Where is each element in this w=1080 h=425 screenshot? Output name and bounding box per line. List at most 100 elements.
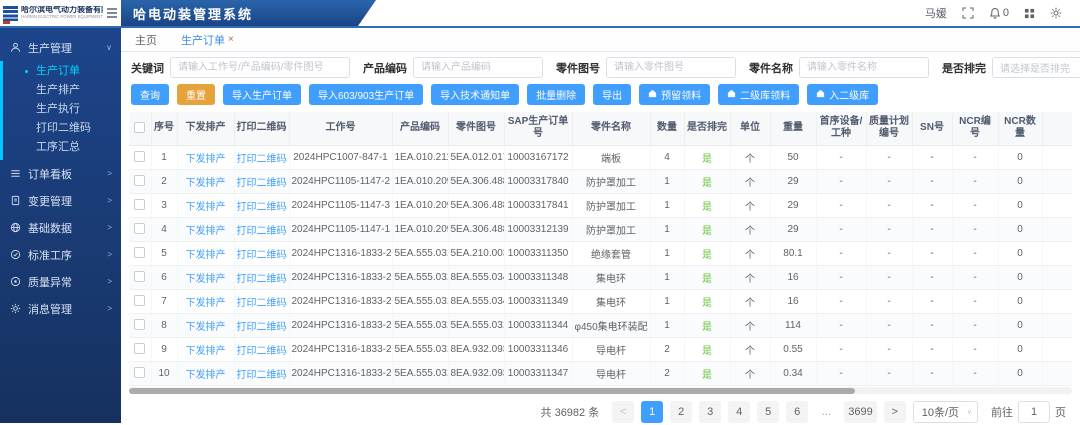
- 二级库领料-button[interactable]: 二级库领料: [718, 84, 799, 105]
- filter-input-零件名称[interactable]: [799, 57, 929, 78]
- chevron-right-icon: >: [107, 250, 112, 259]
- row-checkbox[interactable]: [134, 295, 145, 306]
- prev-page-button[interactable]: <: [612, 401, 634, 423]
- row-checkbox[interactable]: [134, 175, 145, 186]
- close-icon[interactable]: ×: [228, 34, 234, 45]
- sidebar-subitem-生产排产[interactable]: 生产排产: [3, 81, 121, 100]
- row-checkbox[interactable]: [134, 343, 145, 354]
- chevron-right-icon: >: [107, 223, 112, 232]
- scrollbar-thumb[interactable]: [129, 388, 855, 394]
- grid-icon[interactable]: [1024, 8, 1035, 19]
- gear-icon[interactable]: [1050, 7, 1062, 19]
- issue-scheduling-link[interactable]: 下发排产: [186, 250, 226, 261]
- row-checkbox[interactable]: [134, 199, 145, 210]
- select-all-checkbox[interactable]: [134, 122, 145, 133]
- filter-input-产品编码[interactable]: [413, 57, 543, 78]
- hamburger-menu-icon[interactable]: [106, 8, 118, 18]
- issue-scheduling-link[interactable]: 下发排产: [186, 322, 226, 333]
- issue-scheduling-link[interactable]: 下发排产: [186, 298, 226, 309]
- filter-input-零件图号[interactable]: [606, 57, 736, 78]
- 导出-button[interactable]: 导出: [593, 84, 631, 105]
- sidebar-item-消息管理[interactable]: 消息管理>: [0, 295, 121, 322]
- page-button-2[interactable]: 2: [670, 401, 692, 423]
- page-button-6[interactable]: 6: [786, 401, 808, 423]
- issue-scheduling-link[interactable]: 下发排产: [186, 202, 226, 213]
- page-button-3[interactable]: 3: [699, 401, 721, 423]
- filter-select-是否排完[interactable]: 请选择是否排完∨: [992, 57, 1080, 78]
- sidebar-subitem-打印二维码[interactable]: 打印二维码: [3, 119, 121, 138]
- cell-remark: -: [1042, 289, 1072, 313]
- issue-scheduling-link[interactable]: 下发排产: [186, 178, 226, 189]
- row-checkbox[interactable]: [134, 367, 145, 378]
- horizontal-scrollbar[interactable]: [129, 387, 1072, 395]
- goto-page-input[interactable]: [1018, 401, 1050, 423]
- row-checkbox[interactable]: [134, 247, 145, 258]
- print-qrcode-link[interactable]: 打印二维码: [237, 298, 287, 309]
- print-qrcode-link[interactable]: 打印二维码: [237, 226, 287, 237]
- sidebar-subitem-工序汇总[interactable]: 工序汇总: [3, 138, 121, 157]
- column-header: 工作号: [289, 112, 392, 145]
- 预留领料-button[interactable]: 预留领料: [639, 84, 710, 105]
- orders-table-wrap: 序号下发排产打印二维码工作号产品编码零件图号SAP生产订单号零件名称数量是否排完…: [129, 112, 1072, 386]
- page-button-4[interactable]: 4: [728, 401, 750, 423]
- more-pages-button[interactable]: ...: [815, 401, 837, 423]
- sidebar-item-订单看板[interactable]: 订单看板>: [0, 160, 121, 187]
- page-button-5[interactable]: 5: [757, 401, 779, 423]
- column-header: 单位: [730, 112, 770, 145]
- sidebar-subitem-生产订单[interactable]: 生产订单: [3, 62, 121, 81]
- board-icon: [9, 168, 21, 179]
- issue-scheduling-link[interactable]: 下发排产: [186, 274, 226, 285]
- sidebar-item-质量异常[interactable]: 质量异常>: [0, 268, 121, 295]
- 导入技术通知单-button[interactable]: 导入技术通知单: [431, 84, 519, 105]
- cell-quality-plan-no: -: [866, 337, 912, 361]
- bell-icon[interactable]: 0: [989, 7, 1009, 19]
- 入二级库-button[interactable]: 入二级库: [807, 84, 878, 105]
- tab-生产订单[interactable]: 生产订单×: [181, 28, 234, 51]
- print-qrcode-link[interactable]: 打印二维码: [237, 370, 287, 381]
- row-checkbox[interactable]: [134, 319, 145, 330]
- sidebar-item-标准工序[interactable]: 标准工序>: [0, 241, 121, 268]
- user-name[interactable]: 马媛: [925, 5, 947, 21]
- company-subtitle: HARBIN ELECTRIC POWER EQUIPMENT CO., LTD: [21, 15, 91, 19]
- cell-part-no: 5EA.210.0032: [448, 241, 504, 265]
- sidebar-item-变更管理[interactable]: 变更管理>: [0, 187, 121, 214]
- page-size-select[interactable]: 10条/页 ∨: [913, 401, 978, 423]
- cell-first-equip: -: [816, 361, 866, 385]
- row-checkbox[interactable]: [134, 223, 145, 234]
- tab-主页[interactable]: 主页: [135, 28, 157, 51]
- print-qrcode-link[interactable]: 打印二维码: [237, 154, 287, 165]
- 导入603/903生产订单-button[interactable]: 导入603/903生产订单: [309, 84, 423, 105]
- print-qrcode-link[interactable]: 打印二维码: [237, 346, 287, 357]
- sidebar-item-生产管理[interactable]: 生产管理∨: [0, 34, 121, 61]
- row-checkbox[interactable]: [134, 151, 145, 162]
- sidebar-item-基础数据[interactable]: 基础数据>: [0, 214, 121, 241]
- print-qrcode-link[interactable]: 打印二维码: [237, 178, 287, 189]
- print-qrcode-link[interactable]: 打印二维码: [237, 322, 287, 333]
- 重置-button[interactable]: 重置: [177, 84, 215, 105]
- cell-ncr-qty: 0: [998, 145, 1042, 169]
- issue-scheduling-link[interactable]: 下发排产: [186, 226, 226, 237]
- print-qrcode-link[interactable]: 打印二维码: [237, 274, 287, 285]
- issue-scheduling-link[interactable]: 下发排产: [186, 370, 226, 381]
- cell-part-name: 集电环: [572, 289, 650, 313]
- 查询-button[interactable]: 查询: [131, 84, 169, 105]
- issue-scheduling-link[interactable]: 下发排产: [186, 154, 226, 165]
- 导入生产订单-button[interactable]: 导入生产订单: [223, 84, 301, 105]
- fullscreen-icon[interactable]: [962, 7, 974, 19]
- page-button-1[interactable]: 1: [641, 401, 663, 423]
- issue-scheduling-link[interactable]: 下发排产: [186, 346, 226, 357]
- filter-field-零件名称: 零件名称: [749, 57, 929, 78]
- print-qrcode-link[interactable]: 打印二维码: [237, 202, 287, 213]
- cell-ncr-qty: 0: [998, 193, 1042, 217]
- sidebar-subitem-生产执行[interactable]: 生产执行: [3, 100, 121, 119]
- next-page-button[interactable]: >: [884, 401, 906, 423]
- print-qrcode-link[interactable]: 打印二维码: [237, 250, 287, 261]
- cell-part-name: φ450集电环装配: [572, 313, 650, 337]
- filter-input-关键词[interactable]: [170, 57, 350, 78]
- row-checkbox[interactable]: [134, 271, 145, 282]
- column-header: NCR数量: [998, 112, 1042, 145]
- 批量删除-button[interactable]: 批量删除: [527, 84, 585, 105]
- cell-ncr-qty: 0: [998, 169, 1042, 193]
- column-header: 重量: [770, 112, 816, 145]
- page-button-3699[interactable]: 3699: [844, 401, 876, 423]
